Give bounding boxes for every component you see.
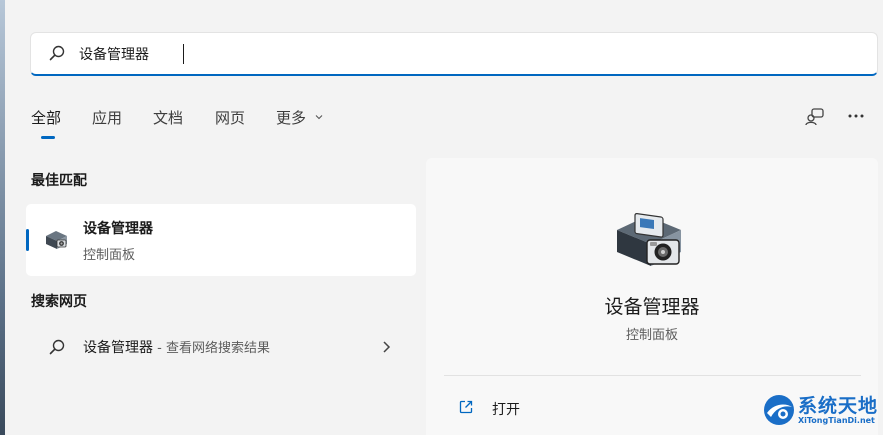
- web-search-query: 设备管理器: [83, 340, 153, 356]
- more-options-icon[interactable]: [847, 110, 865, 122]
- watermark-logo-icon: [764, 395, 794, 425]
- search-box[interactable]: [30, 32, 878, 76]
- device-manager-icon: [617, 213, 681, 266]
- web-search-result[interactable]: 设备管理器 - 查看网络搜索结果: [26, 326, 416, 368]
- active-tab-indicator: [41, 136, 55, 139]
- open-external-icon: [459, 400, 473, 414]
- text-caret: [183, 44, 184, 64]
- detail-title: 设备管理器: [604, 296, 700, 318]
- selection-indicator: [26, 229, 29, 251]
- web-search-heading: 搜索网页: [31, 294, 87, 310]
- tab-documents[interactable]: 文档: [153, 107, 183, 128]
- chevron-down-icon: [315, 115, 323, 120]
- detail-divider: [444, 375, 861, 376]
- best-match-result[interactable]: 设备管理器 控制面板: [26, 204, 416, 276]
- tab-web[interactable]: 网页: [215, 107, 245, 128]
- search-input[interactable]: [79, 41, 859, 67]
- best-match-heading: 最佳匹配: [31, 173, 87, 189]
- account-switch-icon[interactable]: [805, 107, 825, 127]
- tab-all[interactable]: 全部: [31, 107, 61, 128]
- open-action[interactable]: 打开: [444, 390, 764, 426]
- best-match-name: 设备管理器: [83, 221, 153, 237]
- device-manager-icon: [46, 231, 67, 249]
- desktop-edge: [0, 0, 5, 435]
- tab-more-label: 更多: [276, 109, 307, 127]
- open-action-label: 打开: [492, 402, 520, 418]
- watermark-title: 系统天地: [798, 395, 879, 417]
- web-search-text: 设备管理器 - 查看网络搜索结果: [83, 337, 270, 357]
- site-watermark: 系统天地 XiTongTianDi.net: [760, 389, 880, 431]
- chevron-right-icon[interactable]: [381, 340, 391, 354]
- tab-apps[interactable]: 应用: [92, 107, 122, 128]
- web-search-suffix: - 查看网络搜索结果: [153, 341, 270, 356]
- search-icon: [49, 45, 65, 61]
- best-match-subtitle: 控制面板: [83, 248, 136, 263]
- detail-subtitle: 控制面板: [625, 328, 678, 343]
- tab-more[interactable]: 更多: [276, 107, 323, 128]
- search-icon: [49, 339, 65, 355]
- watermark-subtitle: XiTongTianDi.net: [798, 416, 875, 425]
